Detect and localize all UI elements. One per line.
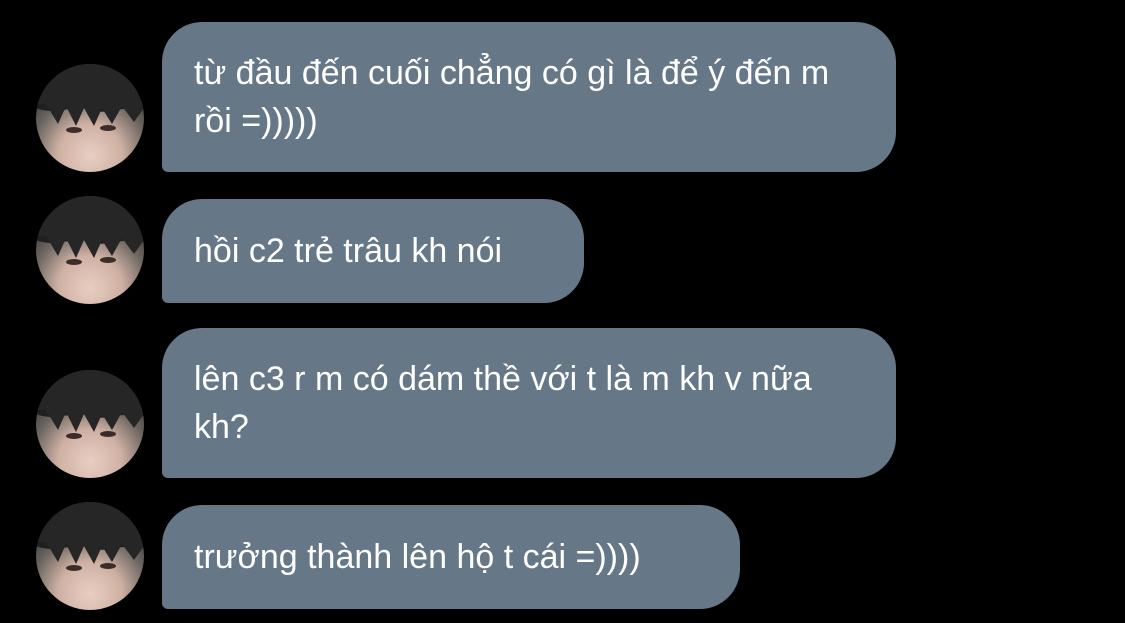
message-text: trưởng thành lên hộ t cái =)))) xyxy=(194,538,641,576)
message-bubble[interactable]: từ đầu đến cuối chẳng có gì là để ý đến … xyxy=(162,22,896,172)
avatar-photo-icon xyxy=(36,370,144,439)
message-text: từ đầu đến cuối chẳng có gì là để ý đến … xyxy=(194,54,830,140)
avatar[interactable] xyxy=(36,370,144,478)
message-bubble[interactable]: hồi c2 trẻ trâu kh nói xyxy=(162,199,584,303)
avatar[interactable] xyxy=(36,196,144,304)
avatar-photo-icon xyxy=(36,502,144,571)
message-text: hồi c2 trẻ trâu kh nói xyxy=(194,232,503,270)
avatar[interactable] xyxy=(36,502,144,610)
avatar-photo-icon xyxy=(36,196,144,265)
message-bubble[interactable]: lên c3 r m có dám thề với t là m kh v nữ… xyxy=(162,328,896,478)
avatar-photo-icon xyxy=(36,64,144,133)
avatar[interactable] xyxy=(36,64,144,172)
message-bubble[interactable]: trưởng thành lên hộ t cái =)))) xyxy=(162,505,740,609)
message-text: lên c3 r m có dám thề với t là m kh v nữ… xyxy=(194,360,812,446)
